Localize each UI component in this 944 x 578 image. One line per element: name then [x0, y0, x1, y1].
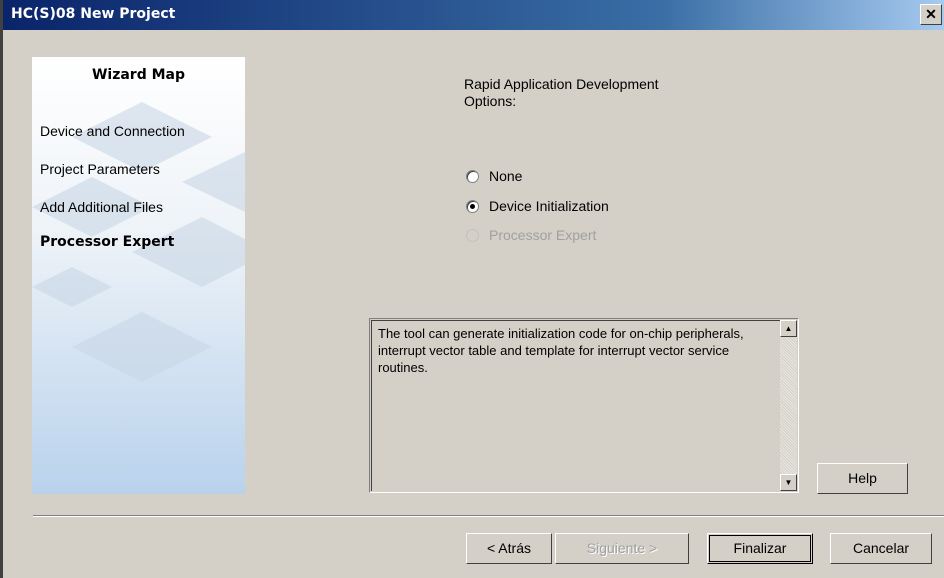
radio-device-initialization[interactable]: Device Initialization	[466, 197, 609, 215]
sidebar-item-processor-expert[interactable]: Processor Expert	[40, 234, 174, 250]
help-button[interactable]: Help	[817, 463, 908, 494]
wizard-map-title: Wizard Map	[91, 67, 186, 83]
radio-none-label[interactable]: None	[489, 168, 522, 184]
window-title: HC(S)08 New Project	[11, 6, 176, 22]
sidebar-item-project-parameters[interactable]: Project Parameters	[40, 161, 160, 177]
title-bar: HC(S)08 New Project ✕	[3, 0, 944, 30]
radio-processor-expert: Processor Expert	[466, 226, 596, 244]
arrow-down-icon: ▼	[784, 478, 793, 487]
radio-processor-expert-circle	[466, 228, 479, 242]
radio-none-circle[interactable]	[466, 169, 479, 183]
close-icon: ✕	[925, 6, 937, 22]
radio-none[interactable]: None	[466, 167, 522, 185]
sidebar-item-device-connection[interactable]: Device and Connection	[40, 123, 185, 139]
arrow-up-icon: ▲	[784, 324, 793, 333]
description-text: The tool can generate initialization cod…	[371, 320, 780, 491]
footer-separator	[33, 515, 944, 517]
description-scrollbar[interactable]: ▲ ▼	[780, 320, 797, 491]
radio-device-initialization-label[interactable]: Device Initialization	[489, 198, 609, 214]
close-button[interactable]: ✕	[920, 4, 942, 25]
radio-device-initialization-circle[interactable]	[466, 199, 479, 213]
description-textbox[interactable]: The tool can generate initialization cod…	[369, 318, 799, 493]
finish-button[interactable]: Finalizar	[707, 533, 813, 564]
rad-options-label: Rapid Application Development Options:	[464, 76, 724, 110]
cancel-button[interactable]: Cancelar	[830, 533, 932, 564]
scroll-up-button[interactable]: ▲	[780, 320, 797, 337]
back-button[interactable]: < Atrás	[466, 533, 552, 564]
next-button: Siguiente >	[555, 533, 689, 564]
wizard-map-panel: Wizard Map Device and Connection Project…	[32, 57, 245, 494]
sidebar-item-add-files[interactable]: Add Additional Files	[40, 199, 163, 215]
scroll-down-button[interactable]: ▼	[780, 474, 797, 491]
radio-processor-expert-label: Processor Expert	[489, 227, 597, 243]
wizard-window: HC(S)08 New Project ✕ Wizard Map Device …	[0, 0, 944, 578]
rad-options-label-line2: Options:	[464, 93, 517, 109]
rad-options-label-line1: Rapid Application Development	[464, 76, 659, 92]
